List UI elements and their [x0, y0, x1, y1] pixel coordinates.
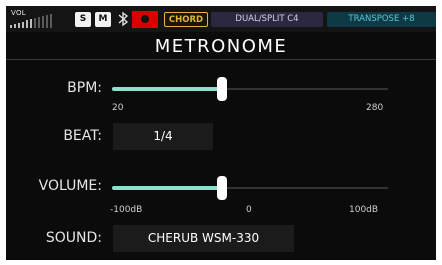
dual-split-button[interactable]: DUAL/SPLIT C4: [211, 12, 323, 27]
volume-max-label: 100dB: [349, 205, 379, 215]
title-divider: [6, 59, 436, 60]
sound-label: SOUND:: [45, 230, 102, 246]
volume-mid-label: 0: [246, 205, 252, 215]
volume-slider[interactable]: [112, 176, 388, 200]
transpose-button[interactable]: TRANSPOSE +8: [327, 12, 436, 27]
beat-label: BEAT:: [63, 128, 102, 144]
volume-slider-thumb[interactable]: [217, 176, 227, 200]
beat-value-field[interactable]: 1/4: [113, 123, 213, 150]
metronome-screen: VOL S M CHORD DUAL/SPLIT C4 TRANSPOSE +8: [6, 6, 436, 260]
chord-button[interactable]: CHORD: [164, 12, 208, 27]
solo-button[interactable]: S: [75, 12, 91, 27]
dual-split-value: C4: [287, 14, 299, 24]
bpm-slider-fill: [112, 87, 222, 91]
volume-min-label: -100dB: [110, 205, 143, 215]
status-bar: VOL S M CHORD DUAL/SPLIT C4 TRANSPOSE +8: [6, 6, 436, 32]
bluetooth-icon[interactable]: [117, 11, 129, 27]
page-title: METRONOME: [154, 36, 288, 57]
bpm-min-label: 20: [112, 103, 124, 113]
bpm-slider[interactable]: [112, 77, 388, 101]
record-button[interactable]: [132, 11, 158, 28]
dual-split-label: DUAL/SPLIT: [235, 14, 285, 24]
bpm-slider-thumb[interactable]: [217, 77, 227, 101]
mute-button[interactable]: M: [95, 12, 111, 27]
volume-meter-icon[interactable]: [10, 14, 70, 28]
transpose-value: +8: [402, 14, 415, 24]
sound-value-field[interactable]: CHERUB WSM-330: [113, 225, 294, 252]
transpose-label: TRANSPOSE: [348, 14, 400, 24]
bpm-max-label: 280: [366, 103, 384, 113]
volume-label-text: VOLUME:: [38, 178, 102, 194]
volume-slider-fill: [112, 186, 222, 190]
bpm-label: BPM:: [67, 80, 102, 96]
